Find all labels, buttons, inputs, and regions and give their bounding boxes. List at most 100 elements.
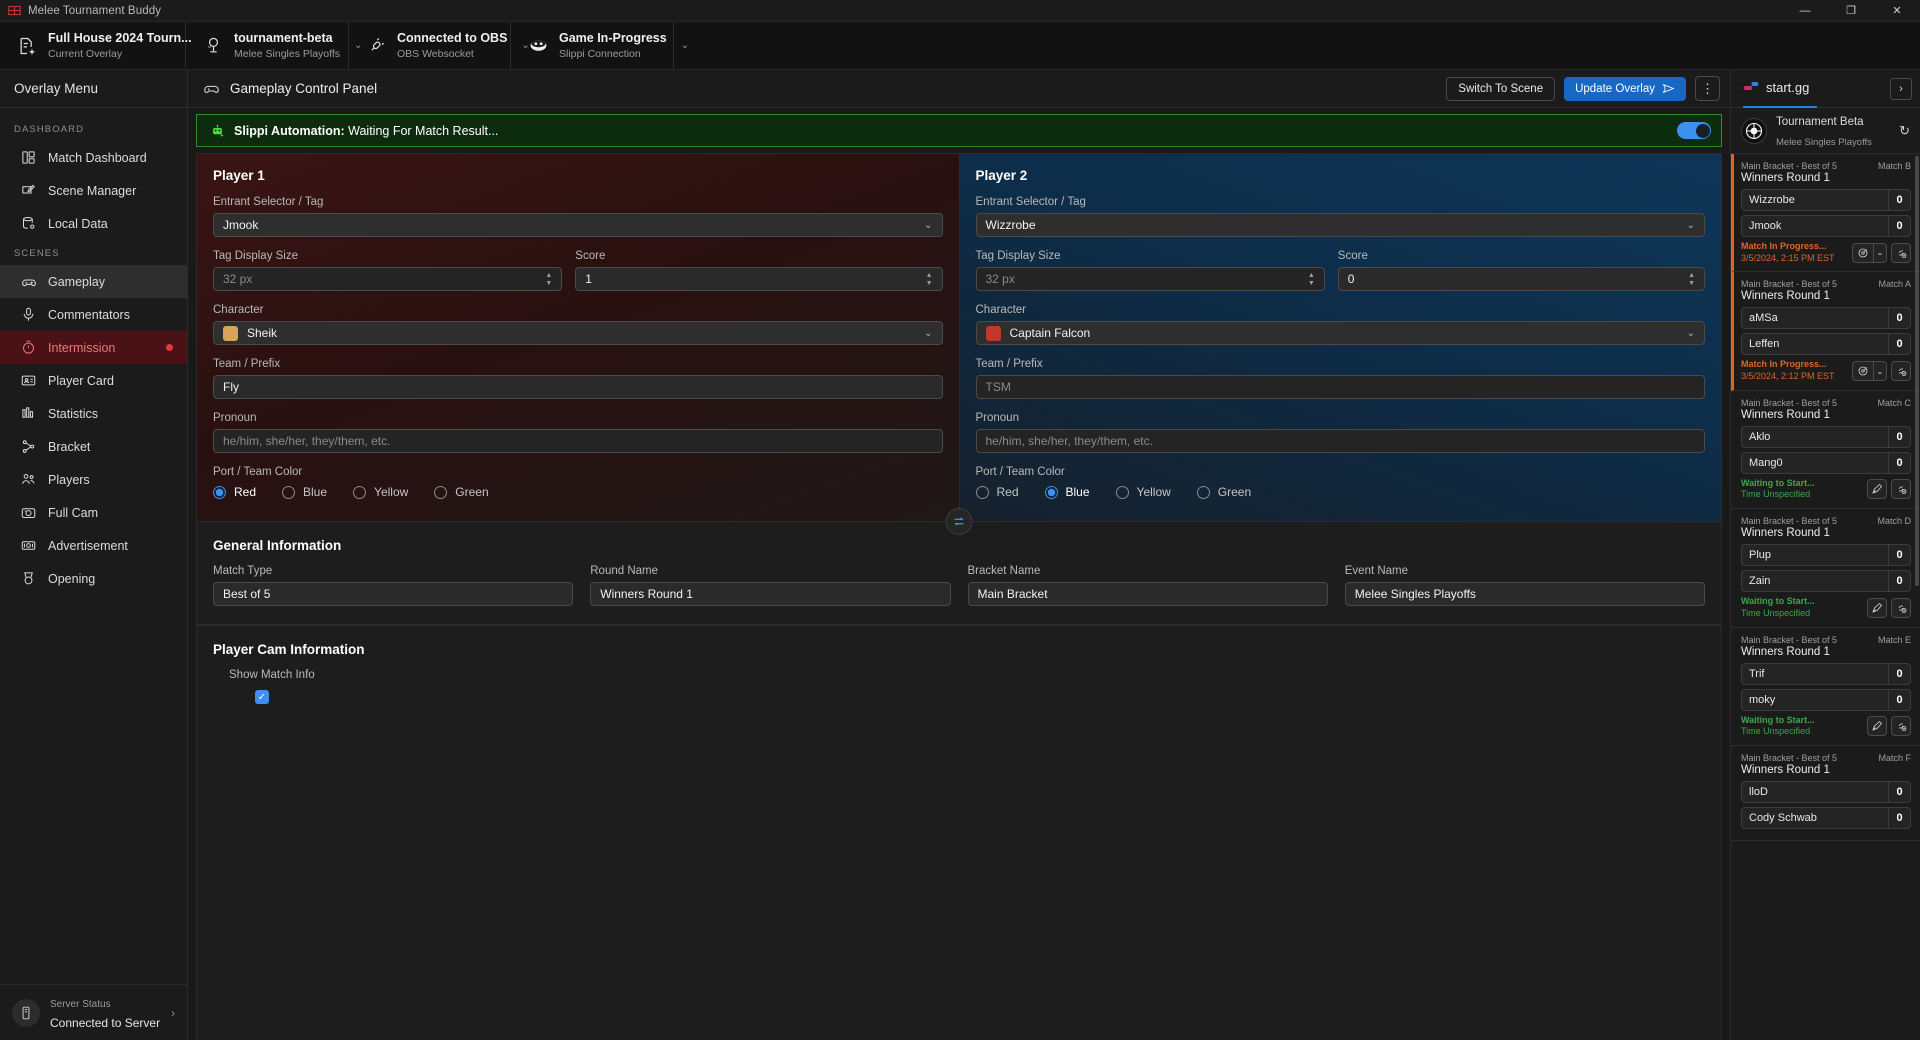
stepper-arrows-icon[interactable]: ▲ ▼ — [1308, 272, 1315, 287]
player2-color-yellow[interactable]: Yellow — [1115, 485, 1171, 499]
match-player-row[interactable]: Wizzrobe 0 — [1741, 189, 1911, 211]
match-actions — [1867, 479, 1911, 500]
server-status-footer[interactable]: Server Status Connected to Server › — [0, 984, 187, 1040]
link-add-icon[interactable] — [1891, 242, 1911, 263]
match-list-scrollbar[interactable] — [1915, 156, 1919, 586]
link-add-icon[interactable] — [1891, 597, 1911, 618]
player2-team-input[interactable]: TSM — [975, 375, 1705, 399]
stepper-arrows-icon[interactable]: ▲ ▼ — [545, 272, 552, 287]
match-player-row[interactable]: Plup 0 — [1741, 544, 1911, 567]
player1-entrant-label: Entrant Selector / Tag — [213, 196, 324, 208]
match-player-row[interactable]: moky 0 — [1741, 688, 1911, 711]
player2-character-select[interactable]: Captain Falcon ⌄ — [975, 321, 1705, 345]
report-score-icon[interactable] — [1853, 244, 1873, 262]
chevron-down-icon[interactable]: ⌄ — [1873, 243, 1886, 262]
match-card[interactable]: Main Bracket - Best of 5 Match A Winners… — [1731, 272, 1920, 391]
status-card-overlay[interactable]: Full House 2024 Tourn... Current Overlay… — [0, 22, 214, 69]
player2-entrant-select[interactable]: Wizzrobe ⌄ — [975, 213, 1705, 237]
bracket-name-input[interactable]: Main Bracket — [967, 582, 1328, 606]
player2-color-blue[interactable]: Blue — [1044, 485, 1090, 499]
report-split-icon[interactable]: ⌄ — [1852, 242, 1887, 263]
player2-color-green[interactable]: Green — [1196, 485, 1251, 499]
automation-toggle[interactable] — [1677, 122, 1711, 139]
sidebar-item-statistics[interactable]: Statistics — [0, 397, 187, 430]
match-card[interactable]: Main Bracket - Best of 5 Match C Winners… — [1731, 391, 1920, 510]
report-score-icon[interactable] — [1853, 362, 1873, 380]
player1-tagsize-input[interactable]: 32 px ▲ ▼ — [213, 267, 563, 291]
match-player-row[interactable]: Trif 0 — [1741, 662, 1911, 685]
match-card[interactable]: Main Bracket - Best of 5 Match E Winners… — [1731, 628, 1920, 746]
update-overlay-button[interactable]: Update Overlay — [1564, 76, 1686, 101]
stepper-arrows-icon[interactable]: ▲ ▼ — [926, 272, 933, 287]
player2-score-input[interactable]: 0 ▲ ▼ — [1337, 267, 1705, 291]
more-options-button[interactable]: ⋮ — [1695, 76, 1720, 101]
sidebar-item-opening[interactable]: Opening — [0, 562, 187, 595]
sidebar-item-advertisement[interactable]: Advertisement — [0, 529, 187, 562]
match-player-row[interactable]: Cody Schwab 0 — [1741, 806, 1911, 829]
status-card-tournament[interactable]: tournament-beta Melee Singles Playoffs ⌄ — [186, 22, 362, 69]
link-add-icon[interactable] — [1891, 361, 1911, 382]
event-name-input[interactable]: Melee Singles Playoffs — [1344, 582, 1705, 606]
player1-team-input[interactable]: Fly — [213, 375, 943, 399]
player1-character-select[interactable]: Sheik ⌄ — [213, 321, 943, 345]
player1-entrant-select[interactable]: Jmook ⌄ — [213, 213, 943, 237]
status-card-obs[interactable]: Connected to OBS OBS Websocket ⌄ — [349, 22, 530, 69]
radio-icon — [1044, 485, 1058, 499]
link-add-icon[interactable] — [1891, 479, 1911, 500]
switch-to-scene-button[interactable]: Switch To Scene — [1446, 76, 1556, 101]
startgg-match-list[interactable]: Main Bracket - Best of 5 Match B Winners… — [1731, 154, 1920, 1040]
sidebar-item-commentators[interactable]: Commentators — [0, 298, 187, 331]
expand-panel-button[interactable]: › — [1890, 77, 1912, 100]
player1-color-green[interactable]: Green — [434, 485, 489, 499]
round-name-input[interactable]: Winners Round 1 — [590, 582, 951, 606]
close-button[interactable]: ✕ — [1874, 0, 1920, 22]
chevron-down-icon[interactable]: ⌄ — [1873, 362, 1886, 381]
start-icon[interactable] — [1867, 716, 1887, 737]
player1-color-blue[interactable]: Blue — [282, 485, 327, 499]
sidebar-item-player-card[interactable]: Player Card — [0, 364, 187, 397]
show-match-info-checkbox[interactable]: ✓ — [255, 690, 269, 704]
status-card-slippi[interactable]: Game In-Progress Slippi Connection ⌄ — [511, 22, 689, 69]
sidebar-item-local-data[interactable]: Local Data — [0, 207, 187, 240]
chevron-right-icon[interactable]: › — [171, 1006, 175, 1020]
event-name-label: Event Name — [1344, 565, 1409, 577]
player2-tagsize-input[interactable]: 32 px ▲ ▼ — [975, 267, 1325, 291]
match-player-row[interactable]: aMSa 0 — [1741, 307, 1911, 330]
sidebar-item-bracket[interactable]: Bracket — [0, 430, 187, 463]
minimize-button[interactable]: — — [1782, 0, 1828, 22]
tab-startgg-label: start.gg — [1766, 80, 1810, 95]
sidebar-item-scene-manager[interactable]: Scene Manager — [0, 174, 187, 207]
start-icon[interactable] — [1867, 479, 1887, 500]
refresh-icon[interactable]: ↻ — [1899, 123, 1910, 139]
player1-score-input[interactable]: 1 ▲ ▼ — [575, 267, 943, 291]
match-player-row[interactable]: Jmook 0 — [1741, 215, 1911, 237]
match-card[interactable]: Main Bracket - Best of 5 Match F Winners… — [1731, 746, 1920, 841]
swap-players-button[interactable] — [945, 508, 973, 535]
match-player-row[interactable]: Aklo 0 — [1741, 425, 1911, 448]
sidebar-item-intermission[interactable]: Intermission — [0, 331, 187, 364]
player1-color-yellow[interactable]: Yellow — [353, 485, 408, 499]
sidebar-item-full-cam[interactable]: Full Cam — [0, 496, 187, 529]
sidebar-item-gameplay[interactable]: Gameplay — [0, 265, 187, 298]
start-icon[interactable] — [1867, 597, 1887, 618]
maximize-button[interactable]: ❐ — [1828, 0, 1874, 22]
sidebar-item-match-dashboard[interactable]: Match Dashboard — [0, 141, 187, 174]
tab-startgg[interactable]: start.gg — [1743, 70, 1818, 108]
sidebar-item-players[interactable]: Players — [0, 463, 187, 496]
event-name-value: Melee Singles Playoffs — [1354, 587, 1476, 601]
match-type-input[interactable]: Best of 5 — [213, 582, 574, 606]
stepper-arrows-icon[interactable]: ▲ ▼ — [1688, 272, 1695, 287]
match-player-row[interactable]: lloD 0 — [1741, 780, 1911, 803]
report-split-icon[interactable]: ⌄ — [1852, 361, 1887, 382]
match-card[interactable]: Main Bracket - Best of 5 Match B Winners… — [1731, 154, 1920, 273]
player2-color-red[interactable]: Red — [975, 485, 1019, 499]
match-player-score: 0 — [1888, 571, 1910, 592]
player2-pronoun-input[interactable]: he/him, she/her, they/them, etc. — [975, 429, 1705, 453]
player1-color-red[interactable]: Red — [213, 485, 256, 499]
match-player-row[interactable]: Leffen 0 — [1741, 333, 1911, 356]
player1-pronoun-input[interactable]: he/him, she/her, they/them, etc. — [213, 429, 943, 453]
match-player-row[interactable]: Zain 0 — [1741, 570, 1911, 593]
match-card[interactable]: Main Bracket - Best of 5 Match D Winners… — [1731, 509, 1920, 628]
link-add-icon[interactable] — [1891, 716, 1911, 737]
match-player-row[interactable]: Mang0 0 — [1741, 451, 1911, 474]
